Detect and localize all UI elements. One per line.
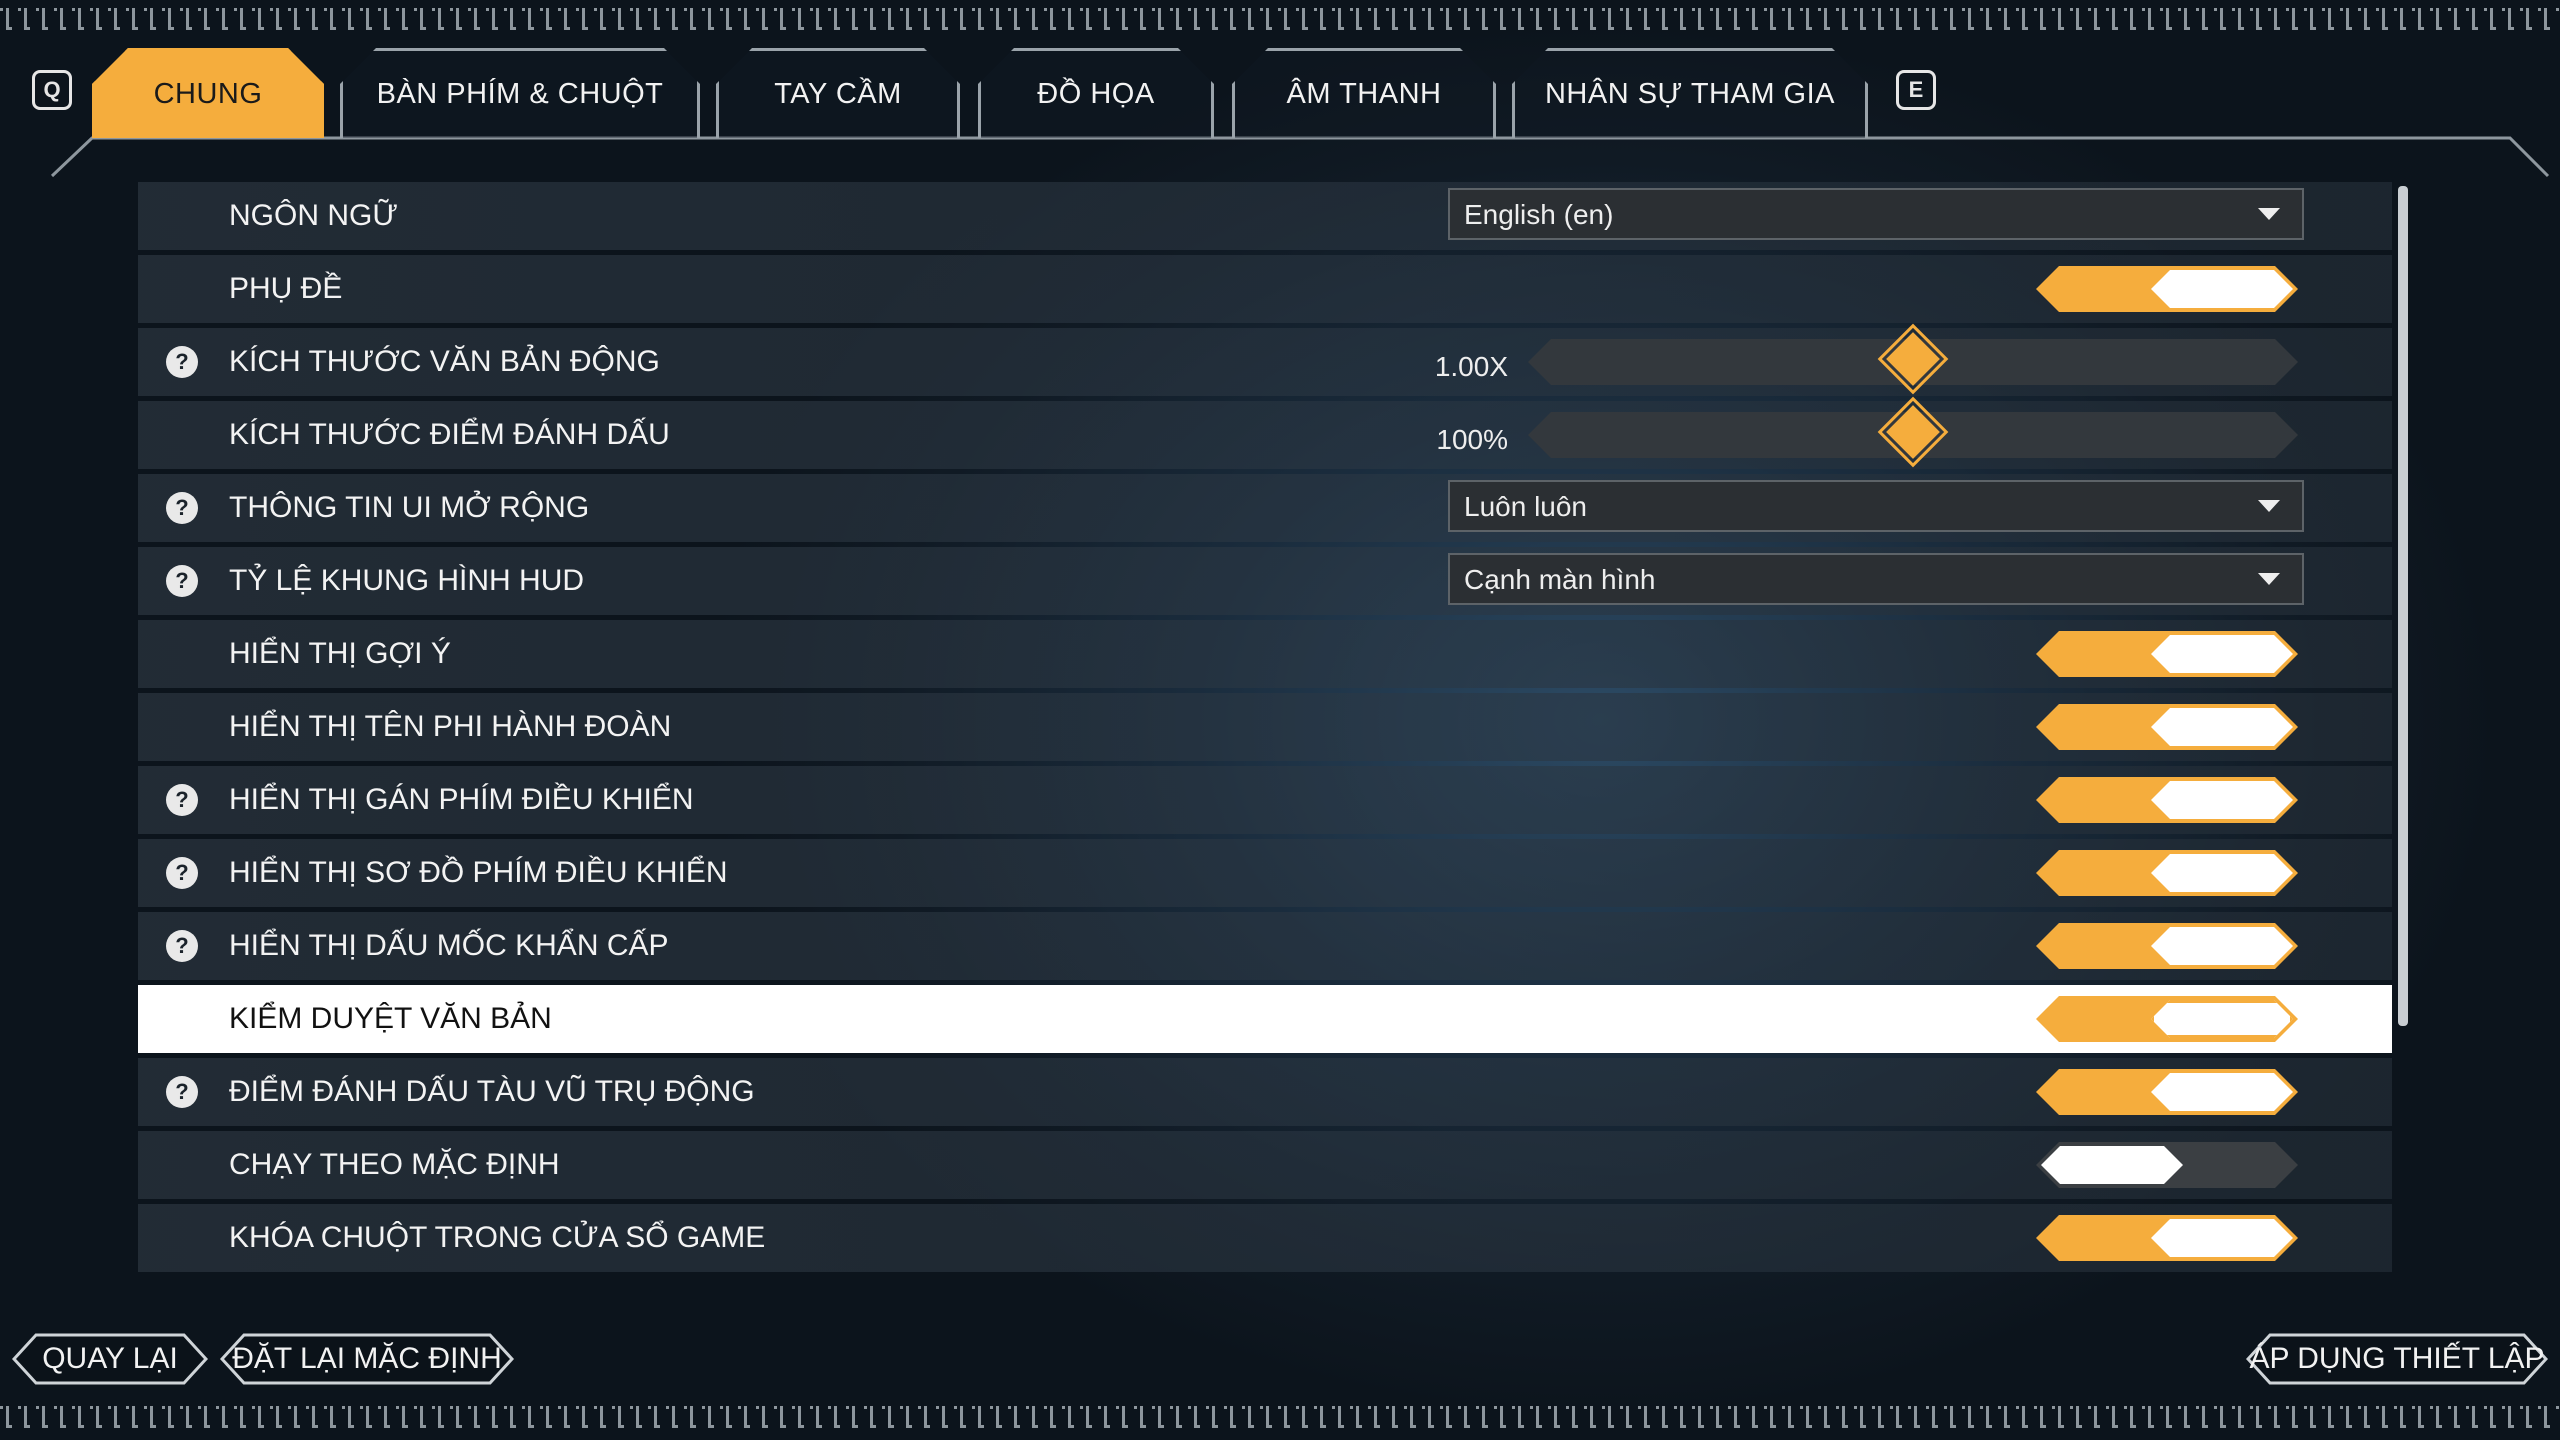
setting-label: ĐIỂM ĐÁNH DẤU TÀU VŨ TRỤ ĐỘNG [229,1075,755,1108]
setting-row-show-crew-names[interactable]: HIỂN THỊ TÊN PHI HÀNH ĐOÀN [138,693,2392,761]
show-hints-toggle[interactable] [2036,631,2298,677]
toggle-knob [2151,1073,2293,1111]
lock-mouse-toggle[interactable] [2036,1215,2298,1261]
setting-row-subtitles[interactable]: PHỤ ĐỀ [138,255,2392,323]
setting-row-dynamic-text-size[interactable]: ? KÍCH THƯỚC VĂN BẢN ĐỘNG 1.00X [138,323,2392,396]
show-keybinds-toggle[interactable] [2036,777,2298,823]
setting-label: CHẠY THEO MẶC ĐỊNH [229,1148,560,1181]
setting-label: TỶ LỆ KHUNG HÌNH HUD [229,564,585,597]
help-icon[interactable]: ? [166,565,198,597]
text-censorship-toggle[interactable] [2036,996,2298,1042]
setting-row-language[interactable]: NGÔN NGỮ English (en) [138,182,2392,250]
toggle-knob [2151,854,2293,892]
prev-tab-key-hint[interactable]: Q [32,70,72,110]
tab-credits[interactable]: NHÂN SỰ THAM GIA [1512,48,1868,138]
setting-row-show-hints[interactable]: HIỂN THỊ GỢI Ý [138,620,2392,688]
show-control-map-toggle[interactable] [2036,850,2298,896]
help-icon[interactable]: ? [166,346,198,378]
toggle-knob [2151,708,2293,746]
apply-settings-button[interactable]: ÁP DỤNG THIẾT LẬP [2246,1333,2548,1385]
help-icon[interactable]: ? [166,784,198,816]
toggle-knob [2151,270,2293,308]
hud-aspect-ratio-dropdown[interactable]: Cạnh màn hình [1448,553,2304,605]
setting-row-show-control-map[interactable]: ? HIỂN THỊ SƠ ĐỒ PHÍM ĐIỀU KHIỂN [138,839,2392,907]
setting-label: KÍCH THƯỚC ĐIỂM ĐÁNH DẤU [229,418,670,451]
toggle-knob [2151,927,2293,965]
setting-label: THÔNG TIN UI MỞ RỘNG [229,491,590,524]
tab-graphics[interactable]: ĐỒ HỌA [978,48,1214,138]
toggle-knob [2151,1000,2293,1038]
setting-label: NGÔN NGỮ [229,199,398,232]
extended-ui-info-dropdown[interactable]: Luôn luôn [1448,480,2304,532]
dropdown-value: Cạnh màn hình [1464,564,1656,595]
back-button[interactable]: QUAY LẠI [12,1333,208,1385]
setting-row-dynamic-ship-markers[interactable]: ? ĐIỂM ĐÁNH DẤU TÀU VŨ TRỤ ĐỘNG [138,1058,2392,1126]
chevron-down-icon [2258,573,2280,585]
language-dropdown[interactable]: English (en) [1448,188,2304,240]
setting-row-extended-ui-info[interactable]: ? THÔNG TIN UI MỞ RỘNG Luôn luôn [138,474,2392,542]
dropdown-value: Luôn luôn [1464,491,1588,522]
show-crew-names-toggle[interactable] [2036,704,2298,750]
reset-defaults-button-label: ĐẶT LẠI MẶC ĐỊNH [232,1342,502,1375]
subtitles-toggle[interactable] [2036,266,2298,312]
setting-row-marker-size[interactable]: KÍCH THƯỚC ĐIỂM ĐÁNH DẤU 100% [138,396,2392,469]
toggle-knob [2151,1219,2293,1257]
setting-row-run-by-default[interactable]: CHẠY THEO MẶC ĐỊNH [138,1131,2392,1199]
setting-label: KHÓA CHUỘT TRONG CỬA SỔ GAME [229,1221,766,1254]
setting-label: HIỂN THỊ TÊN PHI HÀNH ĐOÀN [229,710,672,743]
chevron-down-icon [2258,500,2280,512]
tab-controller[interactable]: TAY CẦM [716,48,960,138]
dynamic-ship-markers-toggle[interactable] [2036,1069,2298,1115]
setting-row-emergency-waypoints[interactable]: ? HIỂN THỊ DẤU MỐC KHẨN CẤP [138,912,2392,980]
settings-list: NGÔN NGỮ English (en) PHỤ ĐỀ ? KÍCH THƯỚ… [138,182,2392,1277]
slider-value: 100% [1436,424,1508,455]
emergency-waypoints-toggle[interactable] [2036,923,2298,969]
back-button-label: QUAY LẠI [42,1342,178,1375]
slider-value: 1.00X [1434,351,1508,382]
apply-settings-button-label: ÁP DỤNG THIẾT LẬP [2249,1342,2545,1375]
help-icon[interactable]: ? [166,857,198,889]
run-by-default-toggle[interactable] [2036,1142,2298,1188]
help-icon[interactable]: ? [166,1076,198,1108]
chevron-down-icon [2258,208,2280,220]
bottom-border-pattern [0,1406,2560,1428]
toggle-knob [2151,635,2293,673]
setting-row-lock-mouse[interactable]: KHÓA CHUỘT TRONG CỬA SỔ GAME [138,1204,2392,1272]
setting-row-hud-aspect-ratio[interactable]: ? TỶ LỆ KHUNG HÌNH HUD Cạnh màn hình [138,547,2392,615]
tab-general[interactable]: CHUNG [92,48,324,138]
setting-row-text-censorship[interactable]: KIỂM DUYỆT VĂN BẢN [138,985,2392,1053]
setting-label: KIỂM DUYỆT VĂN BẢN [229,1002,552,1035]
setting-label: KÍCH THƯỚC VĂN BẢN ĐỘNG [229,345,660,378]
tab-audio[interactable]: ÂM THANH [1232,48,1496,138]
setting-row-show-keybinds[interactable]: ? HIỂN THỊ GÁN PHÍM ĐIỀU KHIỂN [138,766,2392,834]
help-icon[interactable]: ? [166,930,198,962]
help-icon[interactable]: ? [166,492,198,524]
setting-label: HIỂN THỊ DẤU MỐC KHẨN CẤP [229,929,669,962]
next-tab-key-hint[interactable]: E [1896,70,1936,110]
toggle-knob [2041,1146,2183,1184]
setting-label: HIỂN THỊ GÁN PHÍM ĐIỀU KHIỂN [229,783,694,816]
setting-label: HIỂN THỊ GỢI Ý [229,637,451,670]
setting-label: PHỤ ĐỀ [229,272,343,305]
toggle-knob [2151,781,2293,819]
scrollbar[interactable] [2398,186,2408,1026]
setting-label: HIỂN THỊ SƠ ĐỒ PHÍM ĐIỀU KHIỂN [229,856,728,889]
dropdown-value: English (en) [1464,199,1614,230]
reset-defaults-button[interactable]: ĐẶT LẠI MẶC ĐỊNH [220,1333,514,1385]
tab-keyboard-mouse[interactable]: BÀN PHÍM & CHUỘT [340,48,700,138]
